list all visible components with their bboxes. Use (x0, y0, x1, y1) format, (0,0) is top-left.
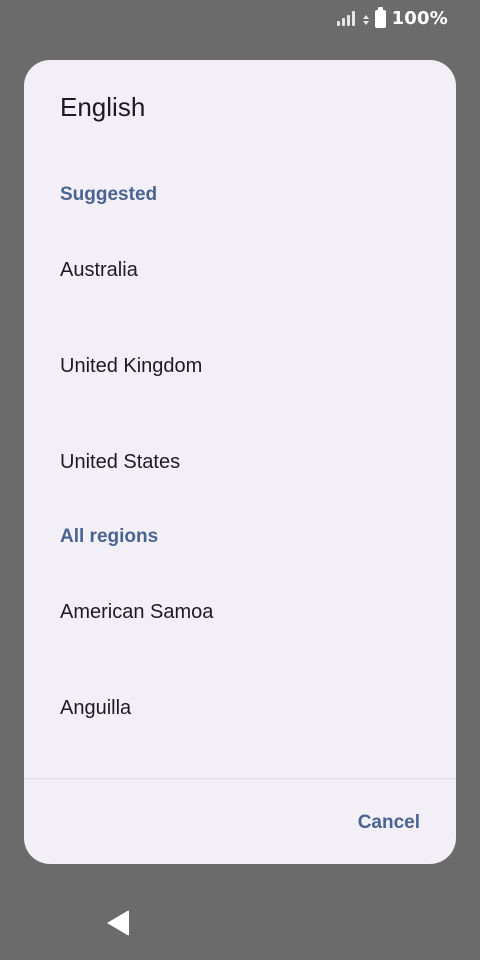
footer-divider (24, 778, 456, 779)
back-icon[interactable] (107, 910, 129, 936)
battery-percentage: 100% (391, 7, 448, 29)
region-item-united-states[interactable]: United States (24, 414, 456, 510)
region-dialog: English Suggested Australia United Kingd… (24, 60, 456, 864)
signal-icon (336, 10, 355, 26)
dialog-title: English (60, 92, 146, 122)
region-item-american-samoa[interactable]: American Samoa (24, 564, 456, 660)
section-header-all-regions: All regions (60, 526, 159, 547)
battery-icon (374, 7, 386, 28)
section-header-suggested: Suggested (60, 184, 158, 205)
screen: 100% English Suggested Australia United … (0, 0, 480, 960)
region-item-australia[interactable]: Australia (24, 222, 456, 318)
region-item-anguilla[interactable]: Anguilla (24, 660, 456, 756)
data-transfer-icon (362, 11, 369, 25)
region-item-united-kingdom[interactable]: United Kingdom (24, 318, 456, 414)
status-bar: 100% (336, 0, 480, 36)
cancel-button[interactable]: Cancel (346, 800, 432, 846)
